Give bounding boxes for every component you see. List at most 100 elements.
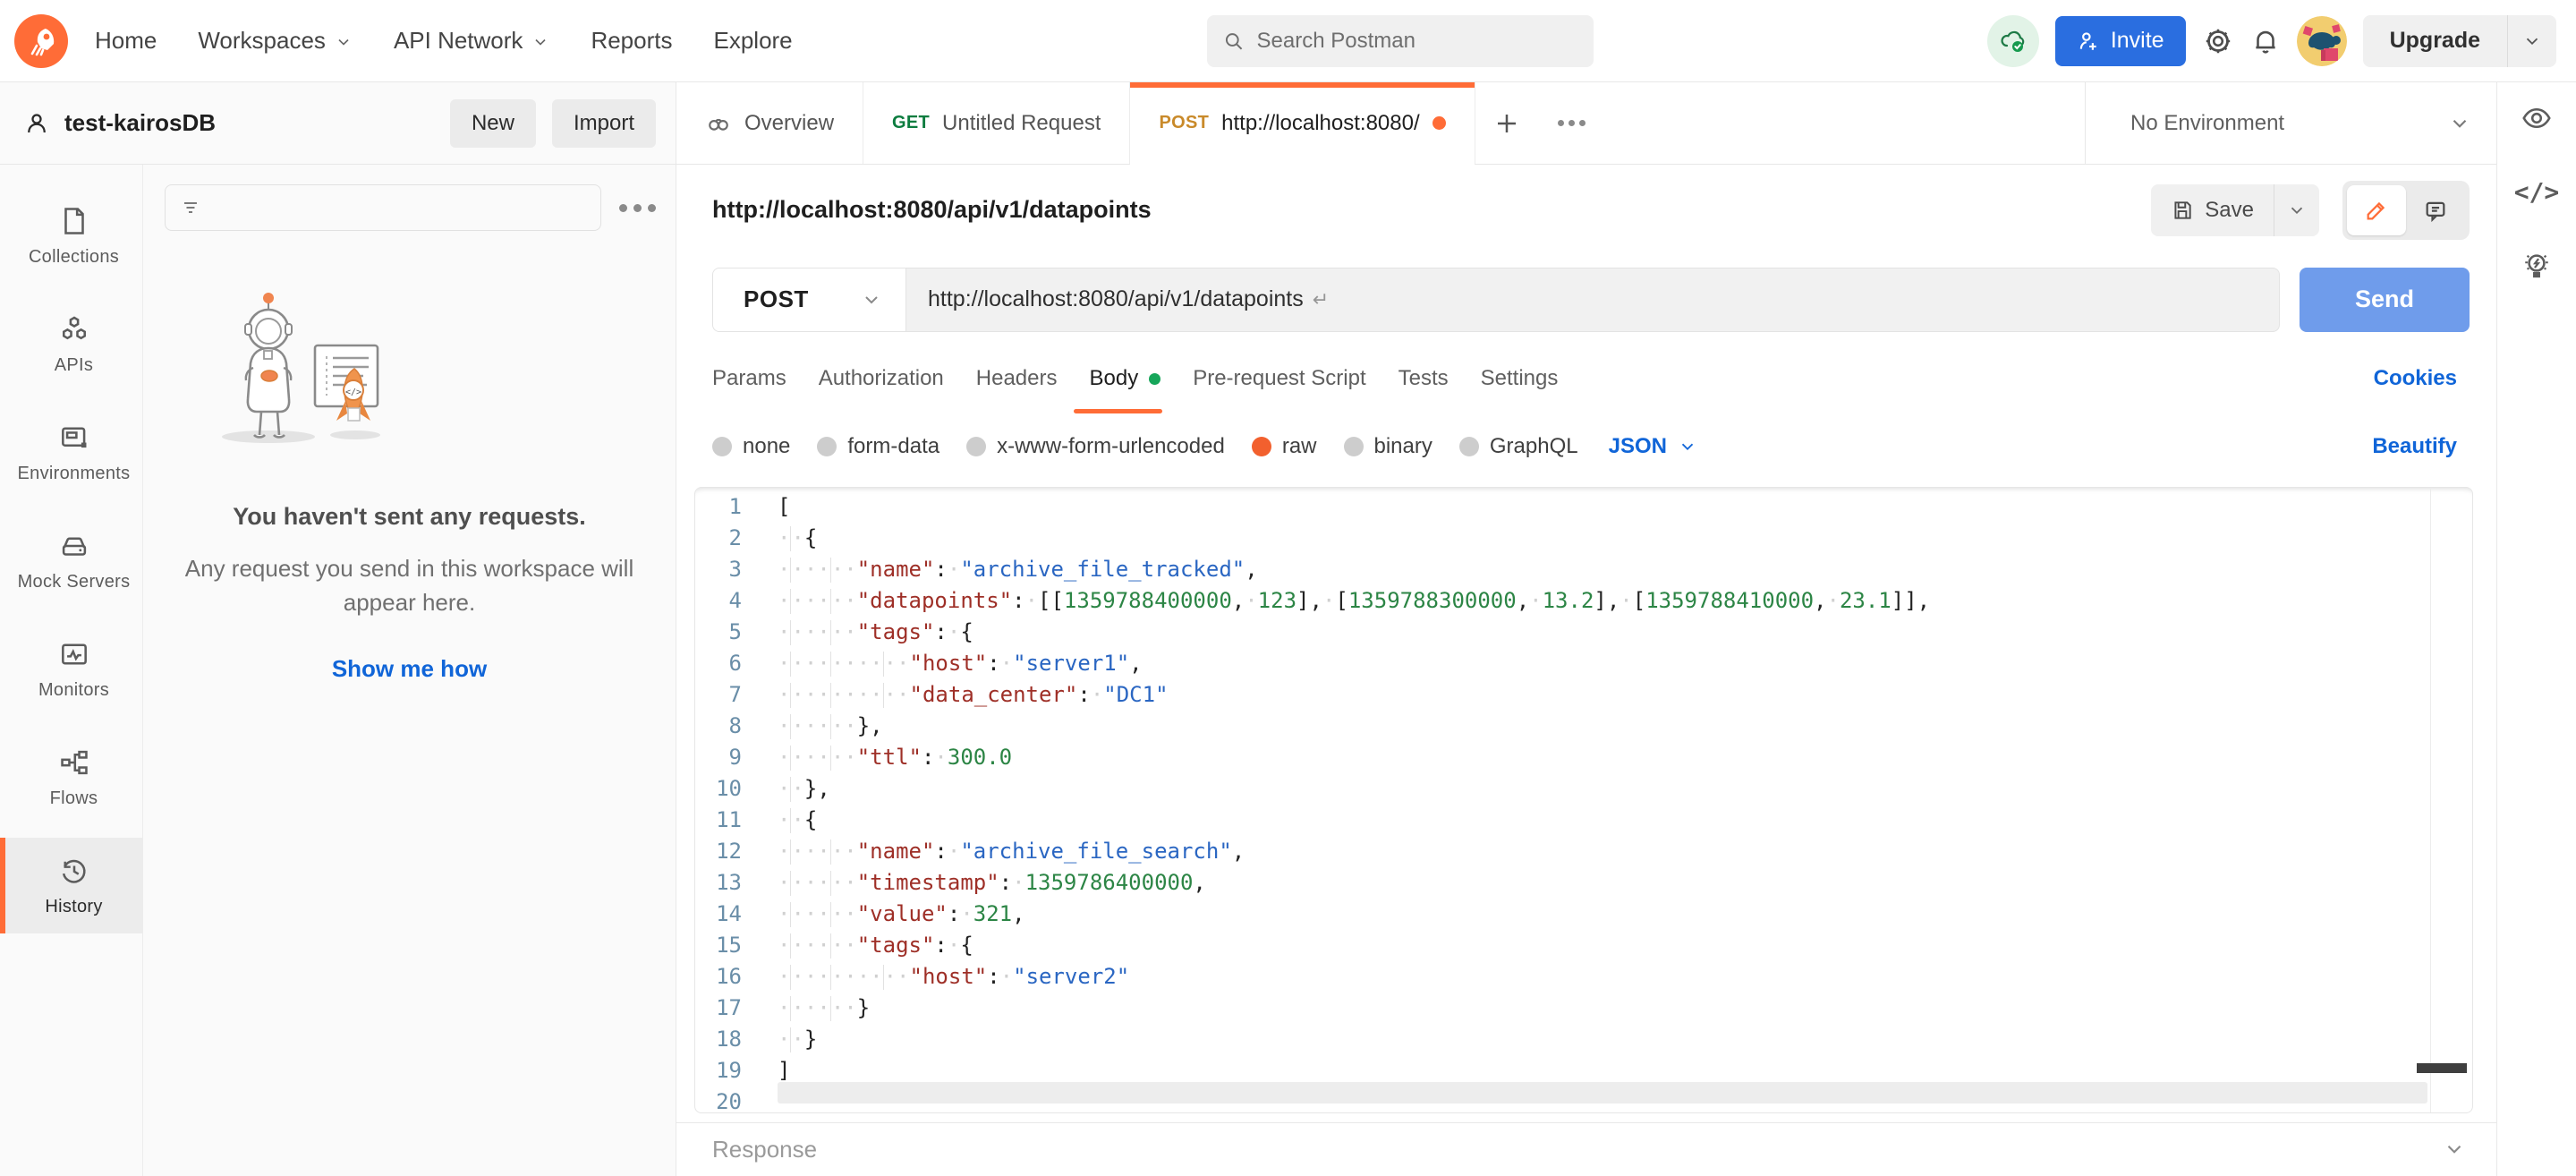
bodytype-form-data[interactable]: form-data <box>817 434 939 459</box>
code-line-1[interactable]: 1[ <box>695 491 2472 523</box>
sidebar-item-collections[interactable]: Collections <box>0 188 142 284</box>
sidebar-item-label: APIs <box>55 355 93 376</box>
tab-pre-request-script[interactable]: Pre-request Script <box>1177 344 1382 413</box>
environment-quick-look-button[interactable] <box>2521 102 2553 134</box>
nav-item-explore[interactable]: Explore <box>713 27 792 55</box>
bodytype-x-www-form-urlencoded[interactable]: x-www-form-urlencoded <box>966 434 1225 459</box>
notifications-button[interactable] <box>2250 26 2281 56</box>
unsaved-changes-dot <box>1433 116 1446 130</box>
settings-button[interactable] <box>2202 25 2234 57</box>
invite-person-icon <box>2077 30 2100 53</box>
editor-horizontal-scrollbar[interactable] <box>778 1082 2427 1104</box>
sidebar-item-label: Monitors <box>38 680 109 701</box>
cookies-link[interactable]: Cookies <box>2374 344 2457 413</box>
bodytype-binary[interactable]: binary <box>1344 434 1433 459</box>
code-line-10[interactable]: 10··}, <box>695 773 2472 805</box>
history-filter[interactable] <box>165 184 601 231</box>
code-line-15[interactable]: 15······"tags":·{ <box>695 930 2472 961</box>
nav-item-label: Explore <box>713 27 792 55</box>
bodytype-raw[interactable]: raw <box>1252 434 1317 459</box>
invite-button[interactable]: Invite <box>2055 16 2186 66</box>
tab-get-request[interactable]: GETUntitled Request <box>863 82 1130 164</box>
environment-selector[interactable]: No Environment <box>2085 82 2496 164</box>
overview-icon <box>705 110 732 137</box>
history-filter-input[interactable] <box>212 196 586 219</box>
code-line-18[interactable]: 18··} <box>695 1024 2472 1055</box>
upgrade-dropdown-button[interactable] <box>2507 15 2556 67</box>
sidebar-item-apis[interactable]: APIs <box>0 296 142 392</box>
sync-status-badge[interactable] <box>1987 15 2039 67</box>
response-section-header[interactable]: Response <box>676 1122 2496 1176</box>
sidebar-item-label: Collections <box>29 247 119 268</box>
nav-item-home[interactable]: Home <box>95 27 157 55</box>
bodytype-graphql[interactable]: GraphQL <box>1459 434 1578 459</box>
method-selector[interactable]: POST <box>713 268 906 331</box>
code-line-12[interactable]: 12······"name":·"archive_file_search", <box>695 836 2472 867</box>
code-line-5[interactable]: 5······"tags":·{ <box>695 617 2472 648</box>
code-line-6[interactable]: 6··········"host":·"server1", <box>695 648 2472 679</box>
tab-params[interactable]: Params <box>712 344 803 413</box>
global-search[interactable] <box>1207 15 1594 67</box>
beautify-link[interactable]: Beautify <box>2372 434 2457 459</box>
body-editor[interactable]: 1[2··{3······"name":·"archive_file_track… <box>694 487 2473 1113</box>
tab-authorization[interactable]: Authorization <box>803 344 960 413</box>
save-dropdown-button[interactable] <box>2274 184 2319 236</box>
tab-overview[interactable]: Overview <box>676 82 863 164</box>
history-more-button[interactable] <box>617 199 658 217</box>
nav-item-api-network[interactable]: API Network <box>394 27 550 55</box>
sidebar-item-environments[interactable]: Environments <box>0 405 142 500</box>
bootcamp-button[interactable] <box>2521 250 2553 282</box>
line-number: 17 <box>695 993 761 1024</box>
editor-scroll-gutter <box>2430 488 2431 1112</box>
bodytype-none[interactable]: none <box>712 434 790 459</box>
code-area[interactable]: 1[2··{3······"name":·"archive_file_track… <box>695 488 2472 1113</box>
new-button[interactable]: New <box>450 99 536 148</box>
code-snippet-button[interactable]: </> <box>2514 177 2560 207</box>
code-line-17[interactable]: 17······} <box>695 993 2472 1024</box>
url-input[interactable]: http://localhost:8080/api/v1/datapoints … <box>906 268 2279 331</box>
nav-item-reports[interactable]: Reports <box>591 27 672 55</box>
tab-post-request[interactable]: POSThttp://localhost:8080/ <box>1130 82 1475 164</box>
tab-options-button[interactable] <box>1538 82 1605 164</box>
send-button[interactable]: Send <box>2300 268 2470 332</box>
raw-language-selector[interactable]: JSON <box>1609 434 1697 459</box>
bodytype-label: none <box>743 434 790 459</box>
code-line-9[interactable]: 9······"ttl":·300.0 <box>695 742 2472 773</box>
avatar[interactable] <box>2297 16 2347 66</box>
code-text: ······"timestamp":·1359786400000, <box>761 867 1206 899</box>
apis-icon <box>57 312 91 346</box>
workspace-name[interactable]: test-kairosDB <box>64 109 436 137</box>
editor-scrollbar-thumb[interactable] <box>2417 1063 2467 1073</box>
code-text: ······"name":·"archive_file_search", <box>761 836 1245 867</box>
code-line-3[interactable]: 3······"name":·"archive_file_tracked", <box>695 554 2472 585</box>
postman-logo[interactable] <box>14 14 68 68</box>
request-title[interactable]: http://localhost:8080/api/v1/datapoints <box>712 196 2151 224</box>
sidebar-item-history[interactable]: History <box>0 838 142 933</box>
edit-mode-button[interactable] <box>2347 185 2406 235</box>
tab-headers[interactable]: Headers <box>960 344 1074 413</box>
sidebar-item-flows[interactable]: Flows <box>0 729 142 825</box>
upgrade-button[interactable]: Upgrade <box>2363 15 2507 67</box>
sidebar-item-monitors[interactable]: Monitors <box>0 621 142 717</box>
tab-settings[interactable]: Settings <box>1465 344 1575 413</box>
comments-button[interactable] <box>2406 185 2465 235</box>
code-line-13[interactable]: 13······"timestamp":·1359786400000, <box>695 867 2472 899</box>
code-line-4[interactable]: 4······"datapoints":·[[1359788400000,·12… <box>695 585 2472 617</box>
show-me-how-link[interactable]: Show me how <box>179 655 640 683</box>
code-line-7[interactable]: 7··········"data_center":·"DC1" <box>695 679 2472 711</box>
import-button[interactable]: Import <box>552 99 656 148</box>
code-line-14[interactable]: 14······"value":·321, <box>695 899 2472 930</box>
nav-item-workspaces[interactable]: Workspaces <box>198 27 353 55</box>
code-line-11[interactable]: 11··{ <box>695 805 2472 836</box>
save-button[interactable]: Save <box>2151 184 2274 236</box>
code-text: ······"value":·321, <box>761 899 1025 930</box>
search-input[interactable] <box>1257 29 1577 54</box>
tab-tests[interactable]: Tests <box>1382 344 1465 413</box>
code-line-16[interactable]: 16··········"host":·"server2" <box>695 961 2472 993</box>
code-line-8[interactable]: 8······}, <box>695 711 2472 742</box>
code-line-2[interactable]: 2··{ <box>695 523 2472 554</box>
edit-comment-toggle <box>2342 181 2470 240</box>
sidebar-item-mock-servers[interactable]: Mock Servers <box>0 513 142 609</box>
new-tab-button[interactable] <box>1475 82 1538 164</box>
tab-body[interactable]: Body <box>1074 344 1177 413</box>
